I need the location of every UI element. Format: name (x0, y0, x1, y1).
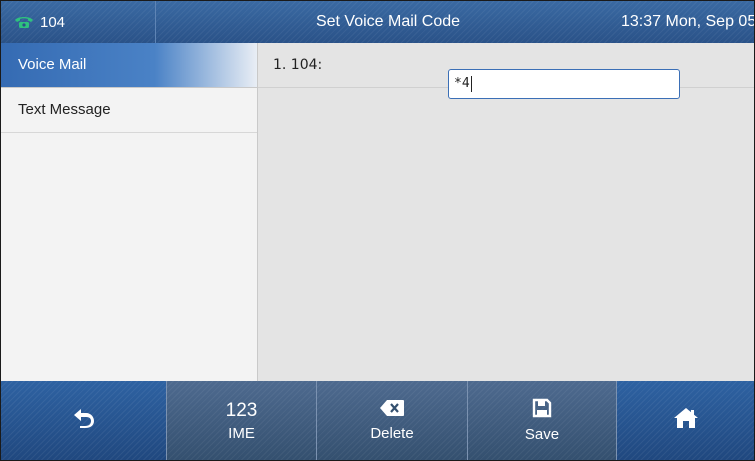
phone-icon (14, 15, 34, 29)
page-title: Set Voice Mail Code (315, 13, 461, 30)
save-label: Save (524, 426, 560, 443)
sidebar-item-label: Text Message (18, 101, 111, 118)
sidebar-item-text-message[interactable]: Text Message (1, 88, 257, 133)
home-button[interactable] (617, 381, 754, 460)
date-time: 13:37 Mon, Sep 05 (621, 13, 755, 30)
home-icon (673, 407, 699, 434)
voice-mail-code-input[interactable]: *4 (448, 69, 680, 99)
ime-button[interactable]: 123 IME (166, 381, 316, 460)
save-button[interactable]: Save (467, 381, 617, 460)
ime-mode-value: 123 (225, 399, 258, 421)
back-arrow-icon (72, 407, 96, 434)
softkey-bar: 123 IME Delete Save (1, 381, 754, 460)
title-bar: 104 Set Voice Mail Code 13:37 Mon, Sep 0… (1, 1, 754, 43)
account-code-label: 1. 104: (273, 57, 323, 73)
account-indicator: 104 (1, 1, 156, 43)
account-number: 104 (40, 13, 66, 31)
delete-label: Delete (370, 425, 414, 442)
voice-mail-code-value: *4 (454, 76, 470, 91)
phone-screen: 104 Set Voice Mail Code 13:37 Mon, Sep 0… (0, 0, 755, 461)
sidebar-item-voice-mail[interactable]: Voice Mail (1, 43, 257, 88)
delete-button[interactable]: Delete (316, 381, 467, 460)
sidebar-item-label: Voice Mail (18, 56, 87, 73)
floppy-disk-icon (532, 398, 552, 423)
sidebar: Voice Mail Text Message (1, 43, 258, 381)
back-button[interactable] (1, 381, 166, 460)
ime-label: IME (228, 424, 255, 442)
backspace-icon (379, 399, 405, 422)
text-cursor (470, 75, 472, 92)
